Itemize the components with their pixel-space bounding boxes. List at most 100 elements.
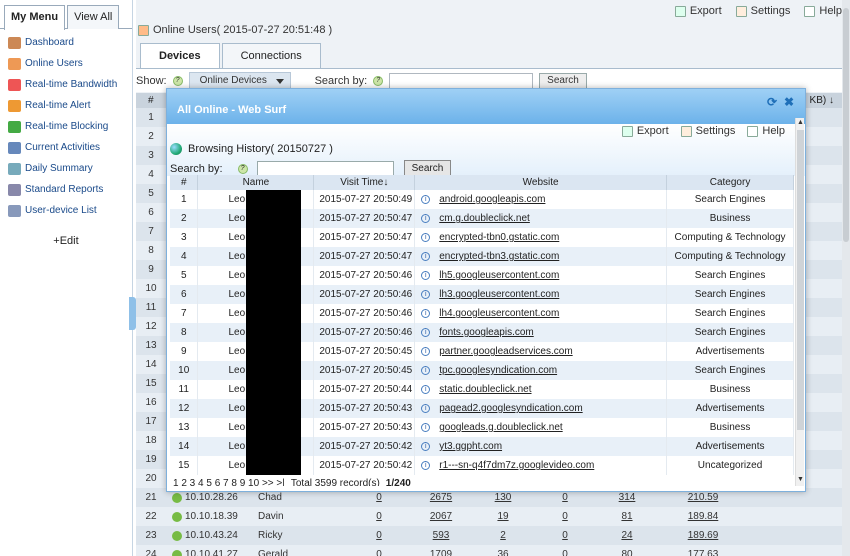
info-icon[interactable]: i [421,290,431,299]
history-row[interactable]: 11 Leo 2015-07-27 20:50:44 i static.doublecl… [170,380,794,399]
search-hint-icon[interactable]: ? [237,163,248,174]
history-row[interactable]: 12 Leo 2015-07-27 20:50:43 i pagead2.googles… [170,399,794,418]
count-d[interactable]: 0 [534,511,596,522]
search-hint-icon[interactable]: ? [373,75,384,86]
dialog-search-input[interactable] [256,161,394,176]
info-icon[interactable]: i [421,423,431,432]
menu-item-user-device-list[interactable]: User-device List [0,200,132,221]
refresh-icon[interactable]: ⟳ [767,96,778,108]
col-website[interactable]: Website [414,175,668,190]
website-link[interactable]: static.doubleclick.net [439,384,531,395]
count-b[interactable]: 2675 [410,492,472,503]
count-b[interactable]: 2067 [410,511,472,522]
history-row[interactable]: 8 Leo 2015-07-27 20:50:46 i fonts.googleapis… [170,323,794,342]
col-visit-time[interactable]: Visit Time↓ [313,175,416,190]
history-row[interactable]: 3 Leo 2015-07-27 20:50:47 i encrypted-tbn0.g… [170,228,794,247]
tab-view-all[interactable]: View All [67,5,120,29]
table-row[interactable]: 23 10.10.43.24 Ricky 0 593 2 0 24 189.69 [136,526,850,545]
info-icon[interactable]: i [421,195,431,204]
website-link[interactable]: yt3.ggpht.com [439,441,502,452]
count-c[interactable]: 36 [472,549,534,556]
close-icon[interactable]: ✖ [784,96,795,108]
history-row[interactable]: 6 Leo 2015-07-27 20:50:46 i lh3.googleuserco… [170,285,794,304]
dialog-help-button[interactable]: Help [747,125,785,137]
tab-connections[interactable]: Connections [221,43,321,68]
info-icon[interactable]: i [421,366,431,375]
table-row[interactable]: 24 10.10.41.27 Gerald 0 1709 36 0 80 177.63 [136,545,850,556]
count-a[interactable]: 0 [348,549,410,556]
count-b[interactable]: 593 [410,530,472,541]
menu-item-real-time-alert[interactable]: Real-time Alert [0,95,132,116]
info-icon[interactable]: i [421,385,431,394]
website-link[interactable]: fonts.googleapis.com [439,327,534,338]
history-row[interactable]: 9 Leo 2015-07-27 20:50:45 i partner.googlead… [170,342,794,361]
history-row[interactable]: 10 Leo 2015-07-27 20:50:45 i tpc.googlesyndi… [170,361,794,380]
count-e[interactable]: 314 [596,492,658,503]
history-row[interactable]: 13 Leo 2015-07-27 20:50:43 i googleads.g.dou… [170,418,794,437]
settings-button[interactable]: Settings [735,5,790,17]
count-e[interactable]: 81 [596,511,658,522]
info-icon[interactable]: i [421,214,431,223]
help-hint-icon[interactable]: ? [172,75,183,86]
history-row[interactable]: 15 Leo 2015-07-27 20:50:42 i r1---sn-q4f7dm7… [170,456,794,475]
website-link[interactable]: googleads.g.doubleclick.net [439,422,562,433]
info-icon[interactable]: i [421,233,431,242]
info-icon[interactable]: i [421,328,431,337]
website-link[interactable]: encrypted-tbn3.gstatic.com [439,251,559,262]
table-row[interactable]: 22 10.10.18.39 Davin 0 2067 19 0 81 189.84 [136,507,850,526]
info-icon[interactable]: i [421,442,431,451]
info-icon[interactable]: i [421,252,431,261]
col-number[interactable]: # [170,175,199,190]
col-name[interactable]: Name [197,175,315,190]
count-d[interactable]: 0 [534,530,596,541]
count-a[interactable]: 0 [348,492,410,503]
count-a[interactable]: 0 [348,511,410,522]
traffic-kb[interactable]: 189.84 [658,511,748,522]
page-scrollbar-thumb[interactable] [843,8,849,242]
help-button[interactable]: Help [804,5,842,17]
info-icon[interactable]: i [421,461,431,470]
history-row[interactable]: 4 Leo 2015-07-27 20:50:47 i encrypted-tbn3.g… [170,247,794,266]
menu-item-real-time-blocking[interactable]: Real-time Blocking [0,116,132,137]
info-icon[interactable]: i [421,271,431,280]
count-c[interactable]: 130 [472,492,534,503]
dialog-titlebar[interactable]: All Online - Web Surf ⟳ ✖ [167,89,805,124]
website-link[interactable]: cm.g.doubleclick.net [439,213,530,224]
show-select[interactable]: Online Devices [188,71,291,90]
page-scrollbar[interactable] [842,0,850,556]
info-icon[interactable]: i [421,309,431,318]
traffic-kb[interactable]: 189.69 [658,530,748,541]
traffic-kb[interactable]: 177.63 [658,549,748,556]
count-e[interactable]: 80 [596,549,658,556]
menu-item-current-activities[interactable]: Current Activities [0,137,132,158]
history-row[interactable]: 7 Leo 2015-07-27 20:50:46 i lh4.googleuserco… [170,304,794,323]
info-icon[interactable]: i [421,404,431,413]
search-input[interactable] [389,72,534,89]
tab-my-menu[interactable]: My Menu [4,5,66,30]
search-button[interactable]: Search [539,72,587,89]
count-e[interactable]: 24 [596,530,658,541]
website-link[interactable]: lh5.googleusercontent.com [439,270,559,281]
tab-devices[interactable]: Devices [140,43,220,68]
count-a[interactable]: 0 [348,530,410,541]
website-link[interactable]: lh3.googleusercontent.com [439,289,559,300]
website-link[interactable]: pagead2.googlesyndication.com [439,403,582,414]
count-d[interactable]: 0 [534,492,596,503]
dialog-export-button[interactable]: Export [621,125,669,137]
traffic-kb[interactable]: 210.59 [658,492,748,503]
col-traffic[interactable]: KB) ↓ [810,95,834,106]
website-link[interactable]: android.googleapis.com [439,194,545,205]
edit-menu-link[interactable]: +Edit [0,235,132,247]
history-row[interactable]: 1 Leo 2015-07-27 20:50:49 i android.googleap… [170,190,794,209]
website-link[interactable]: partner.googleadservices.com [439,346,572,357]
website-link[interactable]: r1---sn-q4f7dm7z.googlevideo.com [439,460,594,471]
count-c[interactable]: 2 [472,530,534,541]
dialog-scrollbar-thumb[interactable] [797,130,804,430]
history-row[interactable]: 14 Leo 2015-07-27 20:50:42 i yt3.ggpht.com Ad… [170,437,794,456]
website-link[interactable]: tpc.googlesyndication.com [439,365,557,376]
dialog-scrollbar[interactable]: ▲ ▼ [795,118,804,486]
menu-item-dashboard[interactable]: Dashboard [0,32,132,53]
info-icon[interactable]: i [421,347,431,356]
website-link[interactable]: lh4.googleusercontent.com [439,308,559,319]
count-d[interactable]: 0 [534,549,596,556]
